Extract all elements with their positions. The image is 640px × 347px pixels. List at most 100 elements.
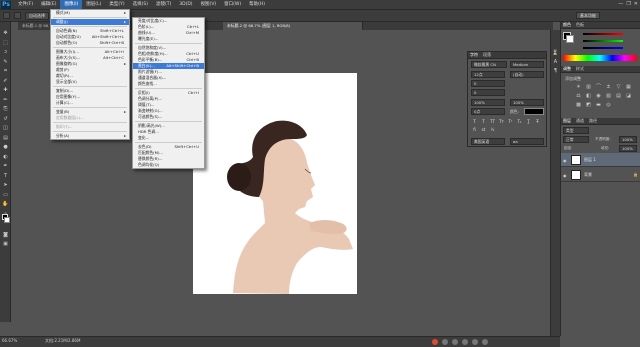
blend-mode-select[interactable]: 正常 — [563, 136, 589, 143]
menu-1[interactable]: 编辑(E) — [37, 0, 60, 9]
document-tab[interactable]: 未标题-2 @ 66.7% (图层 1, RGB/8) — [223, 22, 363, 30]
tab-paths[interactable]: 路径 — [589, 118, 597, 124]
menu-7[interactable]: 3D(D) — [175, 0, 196, 9]
move-tool-icon[interactable] — [3, 12, 10, 19]
image-menu-item[interactable]: 调整(J) ▸ — [51, 19, 129, 25]
type-tool-icon[interactable]: T — [2, 173, 9, 179]
font-family-select[interactable]: 微软雅黑 CN — [471, 61, 507, 68]
menu-9[interactable]: 窗口(W) — [220, 0, 245, 9]
eye-icon[interactable]: ◉ — [563, 173, 568, 178]
antialias-select[interactable]: aa — [510, 138, 544, 145]
image-menu-item[interactable]: 计算(C)... — [51, 100, 129, 106]
ligature-icon[interactable]: ﬁ — [471, 126, 478, 133]
threshold-icon[interactable]: ◩ — [585, 102, 592, 108]
horizontal-scale-input[interactable]: 100% — [510, 99, 544, 106]
invert-icon[interactable]: ◪ — [625, 93, 632, 99]
baseline-shift-input[interactable]: 0点 — [471, 108, 505, 115]
green-slider[interactable] — [583, 40, 623, 42]
photo-filter-icon[interactable]: ◉ — [595, 93, 602, 99]
vertical-scale-input[interactable]: 100% — [471, 99, 505, 106]
eyedropper-tool-icon[interactable]: ✐ — [2, 78, 9, 84]
opacity-input[interactable]: 100% — [619, 136, 637, 143]
document-canvas[interactable] — [193, 73, 357, 294]
subscript-icon[interactable]: T₁ — [516, 118, 523, 125]
menu-8[interactable]: 视图(V) — [197, 0, 221, 9]
auto-select-checkbox[interactable] — [14, 12, 21, 19]
history-icon[interactable]: ⌛ — [552, 50, 559, 56]
zoom-level[interactable]: 66.67% — [2, 338, 17, 343]
minimize-icon[interactable]: — — [618, 1, 623, 7]
maximize-icon[interactable]: ❐ — [626, 1, 630, 7]
image-menu-item[interactable]: 自动颜色(O) Shift+Ctrl+B — [51, 40, 129, 46]
shape-tool-icon[interactable]: ▭ — [2, 192, 9, 198]
microphone-icon[interactable] — [452, 338, 458, 345]
menu-0[interactable]: 文件(F) — [14, 0, 37, 9]
dodge-tool-icon[interactable]: ◐ — [2, 154, 9, 160]
tab-color[interactable]: 颜色 — [563, 22, 571, 28]
strikethrough-icon[interactable]: T̶ — [534, 118, 541, 125]
quick-select-tool-icon[interactable]: ✎ — [2, 59, 9, 65]
moon-icon[interactable] — [442, 338, 448, 345]
path-select-icon[interactable]: ➤ — [2, 182, 9, 188]
document-size[interactable]: 文档:2.21M/2.86M — [45, 338, 80, 344]
font-style-select[interactable]: Medium — [510, 61, 544, 68]
small-caps-icon[interactable]: Tт — [498, 118, 505, 125]
leading-input[interactable]: (自动) — [510, 71, 544, 78]
workspace-switcher[interactable]: 基本功能 — [576, 12, 600, 19]
underline-icon[interactable]: T̲ — [525, 118, 532, 125]
shirt-icon[interactable] — [472, 338, 478, 345]
marquee-tool-icon[interactable]: ⬚ — [2, 40, 9, 46]
lasso-tool-icon[interactable]: ↄ — [2, 49, 9, 55]
tab-character[interactable]: 字符 — [470, 52, 478, 58]
tab-adjustments[interactable]: 调整 — [563, 66, 571, 72]
color-spectrum[interactable] — [563, 55, 637, 61]
bw-icon[interactable]: ◧ — [585, 93, 592, 99]
brightness-icon[interactable]: ☀ — [575, 84, 582, 90]
vibrance-icon[interactable]: ▽ — [615, 84, 622, 90]
font-size-input[interactable]: 12点 — [471, 71, 505, 78]
tracking-input[interactable]: 0 — [471, 89, 505, 96]
ime-icon[interactable] — [432, 338, 438, 345]
menu-10[interactable]: 帮助(H) — [245, 0, 269, 9]
menu-5[interactable]: 选择(S) — [129, 0, 152, 9]
hue-sat-icon[interactable]: ▦ — [625, 84, 632, 90]
menu-4[interactable]: 类型(Y) — [105, 0, 128, 9]
menu-6[interactable]: 滤镜(T) — [152, 0, 175, 9]
text-color-swatch[interactable] — [524, 108, 544, 115]
menu-3[interactable]: 图层(L) — [82, 0, 105, 9]
layer-kind-filter[interactable]: 类型 — [563, 127, 589, 134]
curves-icon[interactable]: ⌒ — [595, 84, 602, 90]
color-bg-swatch[interactable] — [566, 35, 574, 43]
tab-swatches[interactable]: 色板 — [576, 22, 584, 28]
healing-brush-icon[interactable]: ✚ — [2, 87, 9, 93]
close-icon[interactable]: ✕ — [634, 1, 638, 7]
red-slider[interactable] — [583, 33, 623, 35]
adjust-menu-item[interactable]: 曝光度(E)... — [133, 36, 204, 42]
brush-tool-icon[interactable]: ✏ — [2, 97, 9, 103]
tab-channels[interactable]: 通道 — [576, 118, 584, 124]
blur-tool-icon[interactable]: ● — [2, 144, 9, 150]
adjust-menu-item[interactable]: 变化... — [133, 135, 204, 141]
move-tool-icon[interactable]: ✥ — [2, 30, 9, 36]
pen-tool-icon[interactable]: ✒ — [2, 163, 9, 169]
character-icon[interactable]: A — [552, 59, 559, 65]
selective-color-icon[interactable]: ◎ — [605, 102, 612, 108]
history-brush-icon[interactable]: ↺ — [2, 116, 9, 122]
adjust-menu-item[interactable]: 色调均化(Q) — [133, 162, 204, 168]
adjust-menu-item[interactable]: 颜色查找... — [133, 81, 204, 87]
clone-stamp-icon[interactable]: ⎘ — [2, 106, 9, 112]
all-caps-icon[interactable]: TT — [489, 118, 496, 125]
grid-icon[interactable] — [482, 338, 488, 345]
tab-styles[interactable]: 样式 — [576, 66, 584, 72]
lookup-icon[interactable]: ▤ — [615, 93, 622, 99]
fraction-icon[interactable]: ½ — [489, 126, 496, 133]
gradient-tool-icon[interactable]: ▤ — [2, 135, 9, 141]
ordinal-icon[interactable]: st — [480, 126, 487, 133]
layer-row[interactable]: ◉ 背景 🔒 — [561, 168, 640, 182]
superscript-icon[interactable]: T¹ — [507, 118, 514, 125]
image-menu-item[interactable]: 显示全部(V) — [51, 79, 129, 85]
hand-tool-icon[interactable]: ✋ — [2, 201, 9, 207]
balance-icon[interactable]: ⚖ — [575, 93, 582, 99]
eraser-tool-icon[interactable]: ◫ — [2, 125, 9, 131]
exposure-icon[interactable]: ± — [605, 84, 612, 90]
